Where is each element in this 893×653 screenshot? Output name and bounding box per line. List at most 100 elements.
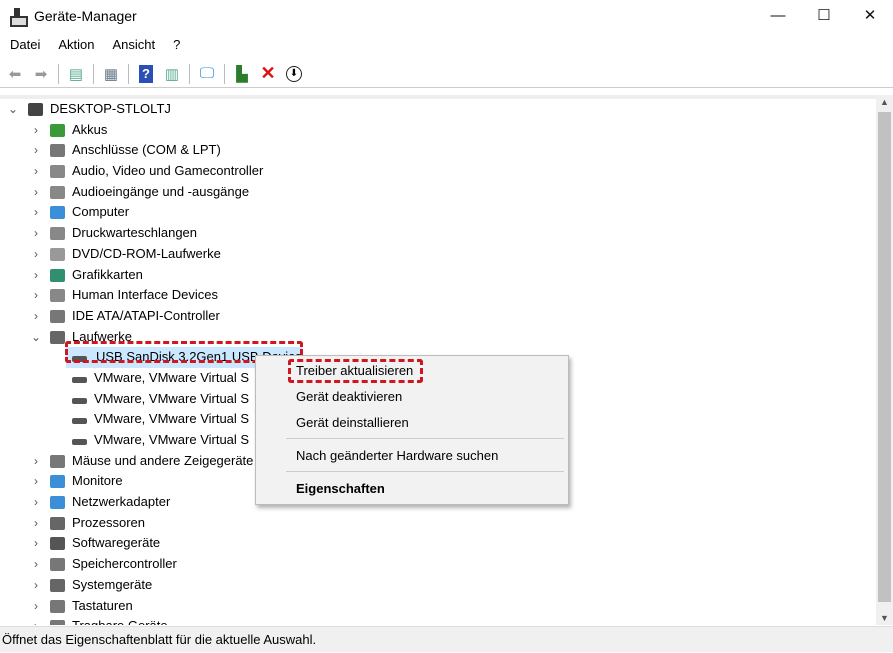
tree-category[interactable]: › Systemgeräte xyxy=(0,575,876,596)
device-category-icon xyxy=(50,268,65,282)
tree-item-label: Mäuse und andere Zeigegeräte xyxy=(72,452,254,468)
chevron-right-icon[interactable]: › xyxy=(30,554,42,575)
chevron-right-icon[interactable]: › xyxy=(30,202,42,223)
tree-item-label: Speichercontroller xyxy=(72,556,177,572)
menu-ansicht[interactable]: Ansicht xyxy=(103,35,164,55)
menu-help[interactable]: ? xyxy=(163,35,188,55)
chevron-right-icon[interactable]: › xyxy=(30,492,42,513)
device-category-icon xyxy=(72,439,87,445)
separator xyxy=(189,63,190,84)
scroll-down-icon[interactable]: ▼ xyxy=(876,613,893,623)
back-icon[interactable]: ⬅ xyxy=(4,63,26,85)
separator xyxy=(128,63,129,84)
scroll-up-icon[interactable]: ▲ xyxy=(876,97,893,107)
chevron-right-icon[interactable]: › xyxy=(30,471,42,492)
device-category-icon xyxy=(50,516,65,530)
tree-category[interactable]: › Computer xyxy=(0,202,876,223)
chevron-right-icon[interactable]: › xyxy=(30,182,42,203)
device-category-icon xyxy=(50,289,65,303)
device-category-icon xyxy=(50,578,65,592)
tree-category[interactable]: › Human Interface Devices xyxy=(0,285,876,306)
menu-item-scan-hardware[interactable]: Nach geänderter Hardware suchen xyxy=(296,448,498,463)
chevron-right-icon[interactable]: › xyxy=(30,616,42,625)
tree-category[interactable]: › Prozessoren xyxy=(0,513,876,534)
help-icon[interactable]: ? xyxy=(135,63,157,85)
device-category-icon xyxy=(50,537,65,551)
maximize-button[interactable]: ☐ xyxy=(801,0,847,30)
tree-category[interactable]: › Druckwarteschlangen xyxy=(0,223,876,244)
tree-category[interactable]: › Softwaregeräte xyxy=(0,533,876,554)
menu-item-disable-device[interactable]: Gerät deaktivieren xyxy=(296,389,402,404)
menu-separator xyxy=(286,471,564,472)
device-category-icon xyxy=(50,558,65,572)
tree-category[interactable]: › DVD/CD-ROM-Laufwerke xyxy=(0,244,876,265)
tree-item-label: VMware, VMware Virtual S xyxy=(94,432,250,447)
tree-category[interactable]: › Akkus xyxy=(0,120,876,141)
menu-aktion[interactable]: Aktion xyxy=(48,35,102,55)
vertical-scrollbar[interactable]: ▲ ▼ xyxy=(876,95,893,625)
tree-category[interactable]: › Anschlüsse (COM & LPT) xyxy=(0,140,876,161)
tree-item-label: Tragbare Geräte xyxy=(72,616,168,625)
forward-icon[interactable]: ➡ xyxy=(30,63,52,85)
tree-item-label: Akkus xyxy=(72,121,108,137)
tree-item-label: Human Interface Devices xyxy=(72,287,218,303)
properties-icon[interactable]: ▦ xyxy=(100,63,122,85)
menu-item-properties[interactable]: Eigenschaften xyxy=(296,481,385,496)
action-pane-icon[interactable]: ▥ xyxy=(161,63,183,85)
separator xyxy=(224,63,225,84)
device-category-icon xyxy=(50,165,65,179)
menu-item-uninstall-device[interactable]: Gerät deinstallieren xyxy=(296,415,409,430)
device-category-icon xyxy=(50,123,65,137)
tree-item-label: Audio, Video und Gamecontroller xyxy=(72,163,264,179)
chevron-right-icon[interactable]: › xyxy=(30,161,42,182)
tree-item-label: Druckwarteschlangen xyxy=(72,225,198,241)
tree-item-label: Tastaturen xyxy=(72,597,133,613)
chevron-right-icon[interactable]: › xyxy=(30,120,42,141)
tree-root[interactable]: ⌄ DESKTOP-STLOLTJ xyxy=(0,99,876,120)
disable-icon[interactable]: ⬇ xyxy=(283,63,305,85)
tree-item-label: Grafikkarten xyxy=(72,266,143,282)
tree-item-label: VMware, VMware Virtual S xyxy=(94,390,250,406)
tree-category[interactable]: › Audio, Video und Gamecontroller xyxy=(0,161,876,182)
tree-category[interactable]: › Audioeingänge und -ausgänge xyxy=(0,182,876,203)
tree-item-label: DVD/CD-ROM-Laufwerke xyxy=(72,245,221,261)
chevron-right-icon[interactable]: › xyxy=(30,285,42,306)
scan-hardware-icon[interactable]: 🖵 xyxy=(196,63,218,85)
chevron-right-icon[interactable]: › xyxy=(30,596,42,617)
chevron-down-icon[interactable]: ⌄ xyxy=(7,99,19,120)
uninstall-icon[interactable]: ✕ xyxy=(257,63,279,85)
minimize-button[interactable]: — xyxy=(755,0,801,30)
chevron-right-icon[interactable]: › xyxy=(30,513,42,534)
scrollbar-thumb[interactable] xyxy=(878,112,891,602)
tree-category[interactable]: › Tragbare Geräte xyxy=(0,616,876,625)
device-category-icon xyxy=(72,418,87,425)
chevron-right-icon[interactable]: › xyxy=(30,575,42,596)
tree-category[interactable]: › IDE ATA/ATAPI-Controller xyxy=(0,306,876,327)
chevron-right-icon[interactable]: › xyxy=(30,244,42,265)
device-category-icon xyxy=(72,397,87,404)
tree-category[interactable]: › Tastaturen xyxy=(0,596,876,617)
device-manager-icon xyxy=(10,8,28,27)
separator xyxy=(93,63,94,84)
device-category-icon xyxy=(50,454,65,468)
tree-item-label: Anschlüsse (COM & LPT) xyxy=(72,142,221,158)
chevron-down-icon[interactable]: ⌄ xyxy=(30,327,42,348)
tree-category[interactable]: › Speichercontroller xyxy=(0,554,876,575)
tree-item-label: VMware, VMware Virtual S xyxy=(94,411,250,427)
device-category-icon xyxy=(50,599,65,613)
tree-category[interactable]: › Grafikkarten xyxy=(0,265,876,286)
menu-datei[interactable]: Datei xyxy=(0,35,48,55)
tree-item-label: Audioeingänge und -ausgänge xyxy=(72,183,250,199)
update-driver-icon[interactable]: ▙ xyxy=(231,63,253,85)
device-category-icon xyxy=(50,185,65,199)
chevron-right-icon[interactable]: › xyxy=(30,306,42,327)
close-button[interactable]: ✕ xyxy=(847,0,893,30)
title-bar: Geräte-Manager — ☐ ✕ xyxy=(0,0,893,32)
device-category-icon xyxy=(50,475,65,489)
chevron-right-icon[interactable]: › xyxy=(30,223,42,244)
chevron-right-icon[interactable]: › xyxy=(30,265,42,286)
chevron-right-icon[interactable]: › xyxy=(30,140,42,161)
chevron-right-icon[interactable]: › xyxy=(30,533,42,554)
chevron-right-icon[interactable]: › xyxy=(30,451,42,472)
show-hide-console-tree-icon[interactable]: ▤ xyxy=(65,63,87,85)
